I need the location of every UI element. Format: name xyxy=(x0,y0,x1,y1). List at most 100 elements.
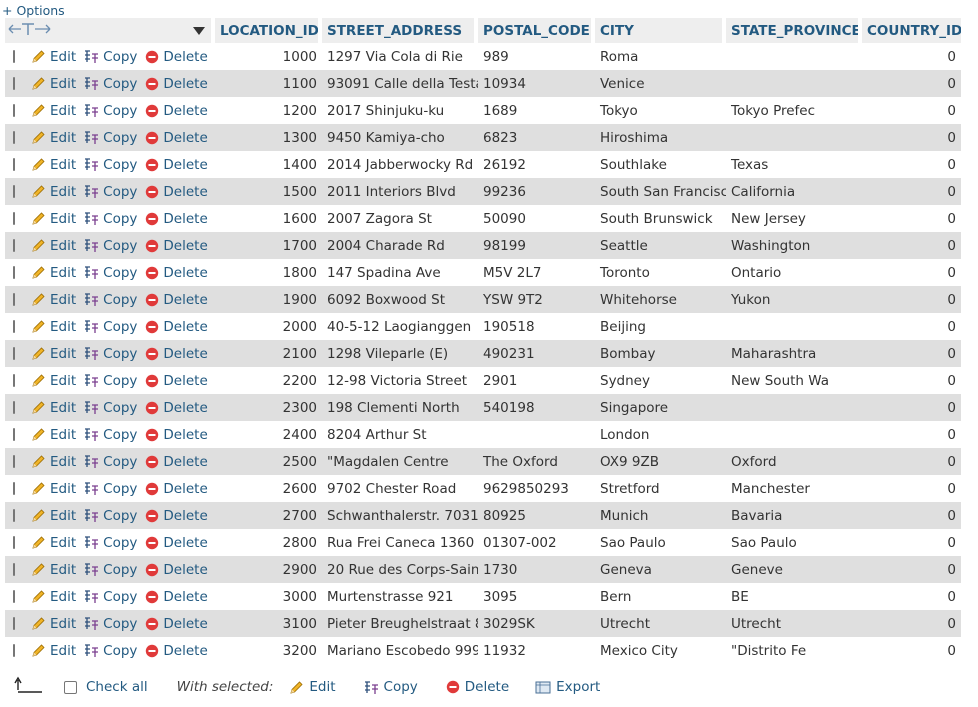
row-checkbox[interactable] xyxy=(13,428,15,441)
row-checkbox[interactable] xyxy=(13,77,15,90)
cell-street-address[interactable]: Murtenstrasse 921 xyxy=(322,583,478,610)
cell-country-id[interactable]: 0 xyxy=(862,178,961,205)
delete-link[interactable]: Delete xyxy=(145,616,208,632)
cell-location-id[interactable]: 2400 xyxy=(215,421,322,448)
cell-country-id[interactable]: 0 xyxy=(862,529,961,556)
cell-state-province[interactable] xyxy=(726,70,862,97)
edit-link[interactable]: Edit xyxy=(31,400,76,416)
cell-location-id[interactable]: 2600 xyxy=(215,475,322,502)
cell-country-id[interactable]: 0 xyxy=(862,70,961,97)
cell-location-id[interactable]: 2000 xyxy=(215,313,322,340)
delete-link[interactable]: Delete xyxy=(145,292,208,308)
cell-postal-code[interactable]: 80925 xyxy=(478,502,595,529)
cell-location-id[interactable]: 1600 xyxy=(215,205,322,232)
edit-link[interactable]: Edit xyxy=(31,292,76,308)
cell-country-id[interactable]: 0 xyxy=(862,556,961,583)
cell-state-province[interactable] xyxy=(726,43,862,70)
cell-street-address[interactable]: 8204 Arthur St xyxy=(322,421,478,448)
delete-link[interactable]: Delete xyxy=(145,76,208,92)
edit-link[interactable]: Edit xyxy=(31,130,76,146)
row-checkbox[interactable] xyxy=(13,347,15,360)
cell-postal-code[interactable]: 10934 xyxy=(478,70,595,97)
delete-link[interactable]: Delete xyxy=(145,49,208,65)
cell-state-province[interactable] xyxy=(726,421,862,448)
edit-link[interactable]: Edit xyxy=(31,373,76,389)
edit-link[interactable]: Edit xyxy=(31,265,76,281)
delete-link[interactable]: Delete xyxy=(145,508,208,524)
copy-link[interactable]: Copy xyxy=(84,346,137,362)
row-checkbox[interactable] xyxy=(13,131,15,144)
cell-location-id[interactable]: 3100 xyxy=(215,610,322,637)
cell-postal-code[interactable]: YSW 9T2 xyxy=(478,286,595,313)
cell-street-address[interactable]: Pieter Breughelstraat 837 xyxy=(322,610,478,637)
cell-street-address[interactable]: "Magdalen Centre xyxy=(322,448,478,475)
cell-street-address[interactable]: 93091 Calle della Testa xyxy=(322,70,478,97)
edit-link[interactable]: Edit xyxy=(31,238,76,254)
delete-link[interactable]: Delete xyxy=(145,373,208,389)
cell-state-province[interactable]: Texas xyxy=(726,151,862,178)
row-checkbox[interactable] xyxy=(13,644,15,657)
cell-state-province[interactable]: Oxford xyxy=(726,448,862,475)
column-header-location-id[interactable]: LOCATION_ID xyxy=(215,18,322,43)
column-resize-arrows-icon[interactable] xyxy=(8,22,52,40)
cell-city[interactable]: Utrecht xyxy=(595,610,726,637)
cell-location-id[interactable]: 3000 xyxy=(215,583,322,610)
cell-street-address[interactable]: 2007 Zagora St xyxy=(322,205,478,232)
cell-state-province[interactable]: Ontario xyxy=(726,259,862,286)
cell-state-province[interactable]: BE xyxy=(726,583,862,610)
cell-street-address[interactable]: 198 Clementi North xyxy=(322,394,478,421)
cell-city[interactable]: Stretford xyxy=(595,475,726,502)
row-checkbox[interactable] xyxy=(13,509,15,522)
row-checkbox[interactable] xyxy=(13,212,15,225)
cell-postal-code[interactable]: 540198 xyxy=(478,394,595,421)
cell-postal-code[interactable]: 3029SK xyxy=(478,610,595,637)
edit-link[interactable]: Edit xyxy=(31,508,76,524)
cell-postal-code[interactable]: 190518 xyxy=(478,313,595,340)
copy-link[interactable]: Copy xyxy=(84,319,137,335)
cell-street-address[interactable]: 40-5-12 Laogianggen xyxy=(322,313,478,340)
copy-link[interactable]: Copy xyxy=(84,400,137,416)
copy-link[interactable]: Copy xyxy=(84,238,137,254)
copy-link[interactable]: Copy xyxy=(84,76,137,92)
cell-street-address[interactable]: 2014 Jabberwocky Rd xyxy=(322,151,478,178)
row-checkbox[interactable] xyxy=(13,401,15,414)
copy-link[interactable]: Copy xyxy=(84,562,137,578)
cell-state-province[interactable]: Utrecht xyxy=(726,610,862,637)
row-checkbox[interactable] xyxy=(13,50,15,63)
row-checkbox[interactable] xyxy=(13,104,15,117)
cell-city[interactable]: Seattle xyxy=(595,232,726,259)
cell-postal-code[interactable]: 9629850293 xyxy=(478,475,595,502)
row-checkbox[interactable] xyxy=(13,590,15,603)
cell-location-id[interactable]: 1400 xyxy=(215,151,322,178)
copy-link[interactable]: Copy xyxy=(84,130,137,146)
cell-postal-code[interactable]: 99236 xyxy=(478,178,595,205)
cell-street-address[interactable]: 1298 Vileparle (E) xyxy=(322,340,478,367)
copy-link[interactable]: Copy xyxy=(84,616,137,632)
cell-postal-code[interactable]: 1730 xyxy=(478,556,595,583)
cell-city[interactable]: Singapore xyxy=(595,394,726,421)
cell-country-id[interactable]: 0 xyxy=(862,421,961,448)
cell-state-province[interactable] xyxy=(726,394,862,421)
bulk-export-button[interactable]: Export xyxy=(535,679,600,695)
cell-street-address[interactable]: 6092 Boxwood St xyxy=(322,286,478,313)
copy-link[interactable]: Copy xyxy=(84,481,137,497)
delete-link[interactable]: Delete xyxy=(145,535,208,551)
cell-state-province[interactable]: California xyxy=(726,178,862,205)
cell-state-province[interactable] xyxy=(726,313,862,340)
cell-city[interactable]: Mexico City xyxy=(595,637,726,664)
delete-link[interactable]: Delete xyxy=(145,346,208,362)
cell-postal-code[interactable]: 11932 xyxy=(478,637,595,664)
edit-link[interactable]: Edit xyxy=(31,76,76,92)
edit-link[interactable]: Edit xyxy=(31,157,76,173)
cell-city[interactable]: South Brunswick xyxy=(595,205,726,232)
cell-street-address[interactable]: 147 Spadina Ave xyxy=(322,259,478,286)
cell-city[interactable]: Sydney xyxy=(595,367,726,394)
copy-link[interactable]: Copy xyxy=(84,49,137,65)
edit-link[interactable]: Edit xyxy=(31,643,76,659)
column-header-street-address[interactable]: STREET_ADDRESS xyxy=(322,18,478,43)
cell-location-id[interactable]: 3200 xyxy=(215,637,322,664)
cell-state-province[interactable]: "Distrito Fe xyxy=(726,637,862,664)
copy-link[interactable]: Copy xyxy=(84,643,137,659)
edit-link[interactable]: Edit xyxy=(31,589,76,605)
cell-state-province[interactable]: Geneve xyxy=(726,556,862,583)
